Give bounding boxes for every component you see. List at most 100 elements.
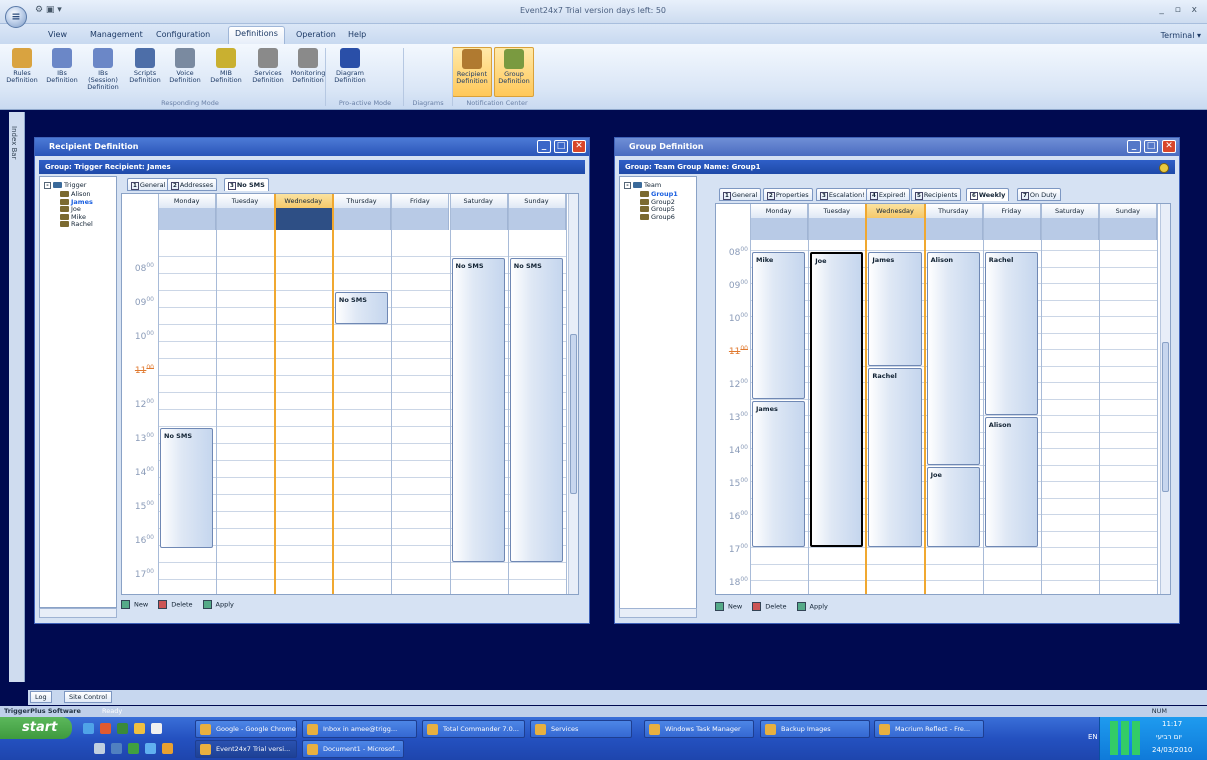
maximize-button[interactable]: □ xyxy=(554,140,568,153)
minimize-button[interactable]: _ xyxy=(1127,140,1141,153)
appointment[interactable]: No SMS xyxy=(160,428,214,549)
all-day-cell[interactable] xyxy=(216,208,275,230)
all-day-cell[interactable] xyxy=(158,208,217,230)
tree-hscroll[interactable] xyxy=(39,608,117,618)
log-tab[interactable]: Log xyxy=(30,691,52,703)
all-day-cell[interactable] xyxy=(808,218,867,240)
day-header-tuesday[interactable]: Tuesday xyxy=(216,194,275,208)
taskbar-button[interactable]: Inbox in amee@trigg... xyxy=(302,720,417,738)
quicklaunch-word-icon[interactable] xyxy=(111,743,122,754)
tab-addresses[interactable]: 2 Addresses xyxy=(167,178,218,191)
all-day-cell[interactable] xyxy=(750,218,809,240)
appointment[interactable]: No SMS xyxy=(451,258,505,562)
tab-on-duty[interactable]: 7 On Duty xyxy=(1017,188,1061,201)
ribbon-button-ibs-session[interactable]: IBs (Session) Definition xyxy=(83,47,123,97)
appointment[interactable]: Rachel xyxy=(868,367,922,547)
quicklaunch-outlook-icon[interactable] xyxy=(145,743,156,754)
taskbar-button[interactable]: Document1 - Microsof... xyxy=(302,740,404,758)
new-button[interactable]: New xyxy=(715,602,742,611)
tab-properties[interactable]: 2 Properties xyxy=(763,188,813,201)
window-controls[interactable]: _ ▫ x xyxy=(1159,5,1201,15)
appointment[interactable]: No SMS xyxy=(334,292,389,324)
tab-general[interactable]: 1 General xyxy=(719,188,762,201)
group-calendar[interactable]: Monday Tuesday Wednesday Thursday Friday Satu… xyxy=(715,203,1171,595)
ribbon-button-group[interactable]: Group Definition xyxy=(494,47,534,97)
language-indicator[interactable]: EN xyxy=(1088,733,1098,741)
day-header-sunday[interactable]: Sunday xyxy=(1099,204,1158,218)
ribbon-button-ibs[interactable]: IBs Definition xyxy=(42,47,82,97)
all-day-cell[interactable] xyxy=(391,208,450,230)
quicklaunch-excel-icon[interactable] xyxy=(128,743,139,754)
taskbar-button[interactable]: Macrium Reflect - Fre... xyxy=(874,720,984,738)
all-day-cell[interactable] xyxy=(449,208,508,230)
day-header-friday[interactable]: Friday xyxy=(982,204,1041,218)
day-header-sunday[interactable]: Sunday xyxy=(507,194,567,208)
group-tree[interactable]: - Team Group1 Group2 Group5 Group6 xyxy=(619,176,697,616)
minimize-button[interactable]: _ xyxy=(537,140,551,153)
delete-button[interactable]: Delete xyxy=(158,600,193,609)
recipient-tree[interactable]: - Trigger Alison James Joe Mike Rachel xyxy=(39,176,117,608)
appointment[interactable]: Joe xyxy=(810,252,864,547)
quicklaunch-app-icon[interactable] xyxy=(117,723,128,734)
taskbar-button[interactable]: Backup Images xyxy=(760,720,870,738)
day-header-monday[interactable]: Monday xyxy=(158,194,217,208)
all-day-cell[interactable] xyxy=(1099,218,1158,240)
day-header-saturday[interactable]: Saturday xyxy=(449,194,508,208)
maximize-button[interactable]: □ xyxy=(1144,140,1158,153)
appointment[interactable]: No SMS xyxy=(509,258,564,562)
taskbar-button[interactable]: Services xyxy=(530,720,632,738)
all-day-cell[interactable] xyxy=(507,208,567,230)
ribbon-button-scripts[interactable]: Scripts Definition xyxy=(125,47,165,97)
tab-weekly[interactable]: 6 Weekly xyxy=(966,188,1010,201)
calendar-scrollbar[interactable] xyxy=(1160,204,1170,594)
quicklaunch-misc-icon[interactable] xyxy=(162,743,173,754)
taskbar-button[interactable]: Total Commander 7.0... xyxy=(422,720,525,738)
day-header-friday[interactable]: Friday xyxy=(391,194,450,208)
appointment[interactable]: Alison xyxy=(984,417,1038,547)
tab-expired[interactable]: 4 Expired! xyxy=(866,188,910,201)
all-day-cell[interactable] xyxy=(924,218,983,240)
menu-help[interactable]: Help xyxy=(342,28,372,41)
menu-management[interactable]: Management xyxy=(84,28,149,41)
start-button[interactable]: start xyxy=(0,717,72,739)
day-header-wednesday[interactable]: Wednesday xyxy=(274,194,333,208)
appointment[interactable]: Joe xyxy=(926,466,980,547)
tray-icons[interactable] xyxy=(1110,721,1140,755)
appointment[interactable]: James xyxy=(752,400,806,547)
scroll-thumb[interactable] xyxy=(570,334,577,494)
clock-time[interactable]: 11:17 xyxy=(1162,720,1182,728)
apply-button[interactable]: Apply xyxy=(202,600,234,609)
terminal-dropdown[interactable]: Terminal ▾ xyxy=(1161,31,1201,40)
site-control-tab[interactable]: Site Control xyxy=(64,691,113,703)
ribbon-button-recipient[interactable]: Recipient Definition xyxy=(452,47,492,97)
close-button[interactable]: ✕ xyxy=(572,140,586,153)
quick-access-toolbar[interactable]: ⚙ ▣ ▾ xyxy=(35,5,62,15)
ribbon-button-services[interactable]: Services Definition xyxy=(248,47,288,97)
taskbar-button[interactable]: Google - Google Chrome xyxy=(195,720,297,738)
quicklaunch-explorer-icon[interactable] xyxy=(94,743,105,754)
apply-button[interactable]: Apply xyxy=(796,602,828,611)
new-button[interactable]: New xyxy=(121,600,148,609)
tree-root[interactable]: - Team xyxy=(624,181,661,189)
menu-operation[interactable]: Operation xyxy=(290,28,342,41)
close-button[interactable]: ✕ xyxy=(1162,140,1176,153)
appointment[interactable]: Alison xyxy=(926,252,980,465)
quicklaunch-chrome-icon[interactable] xyxy=(100,723,111,734)
ribbon-button-rules[interactable]: Rules Definition xyxy=(2,47,42,97)
day-header-thursday[interactable]: Thursday xyxy=(332,194,392,208)
tab-no-sms[interactable]: 3 No SMS xyxy=(224,178,269,191)
tab-escalation[interactable]: 3 Escalation! xyxy=(816,188,869,201)
group-info-icon[interactable] xyxy=(1159,163,1169,173)
all-day-cell[interactable] xyxy=(1041,218,1100,240)
menu-view[interactable]: View xyxy=(42,28,73,41)
appointment[interactable]: Rachel xyxy=(984,252,1038,415)
index-bar[interactable]: Index Bar xyxy=(9,112,25,682)
day-header-thursday[interactable]: Thursday xyxy=(924,204,983,218)
all-day-cell[interactable] xyxy=(866,218,925,240)
tree-root[interactable]: - Trigger xyxy=(44,181,86,189)
ribbon-button-monitoring[interactable]: Monitoring Definition xyxy=(288,47,328,97)
ribbon-button-voice[interactable]: Voice Definition xyxy=(165,47,205,97)
delete-button[interactable]: Delete xyxy=(752,602,787,611)
day-header-wednesday[interactable]: Wednesday xyxy=(866,204,925,218)
taskbar-button[interactable]: Windows Task Manager xyxy=(644,720,754,738)
